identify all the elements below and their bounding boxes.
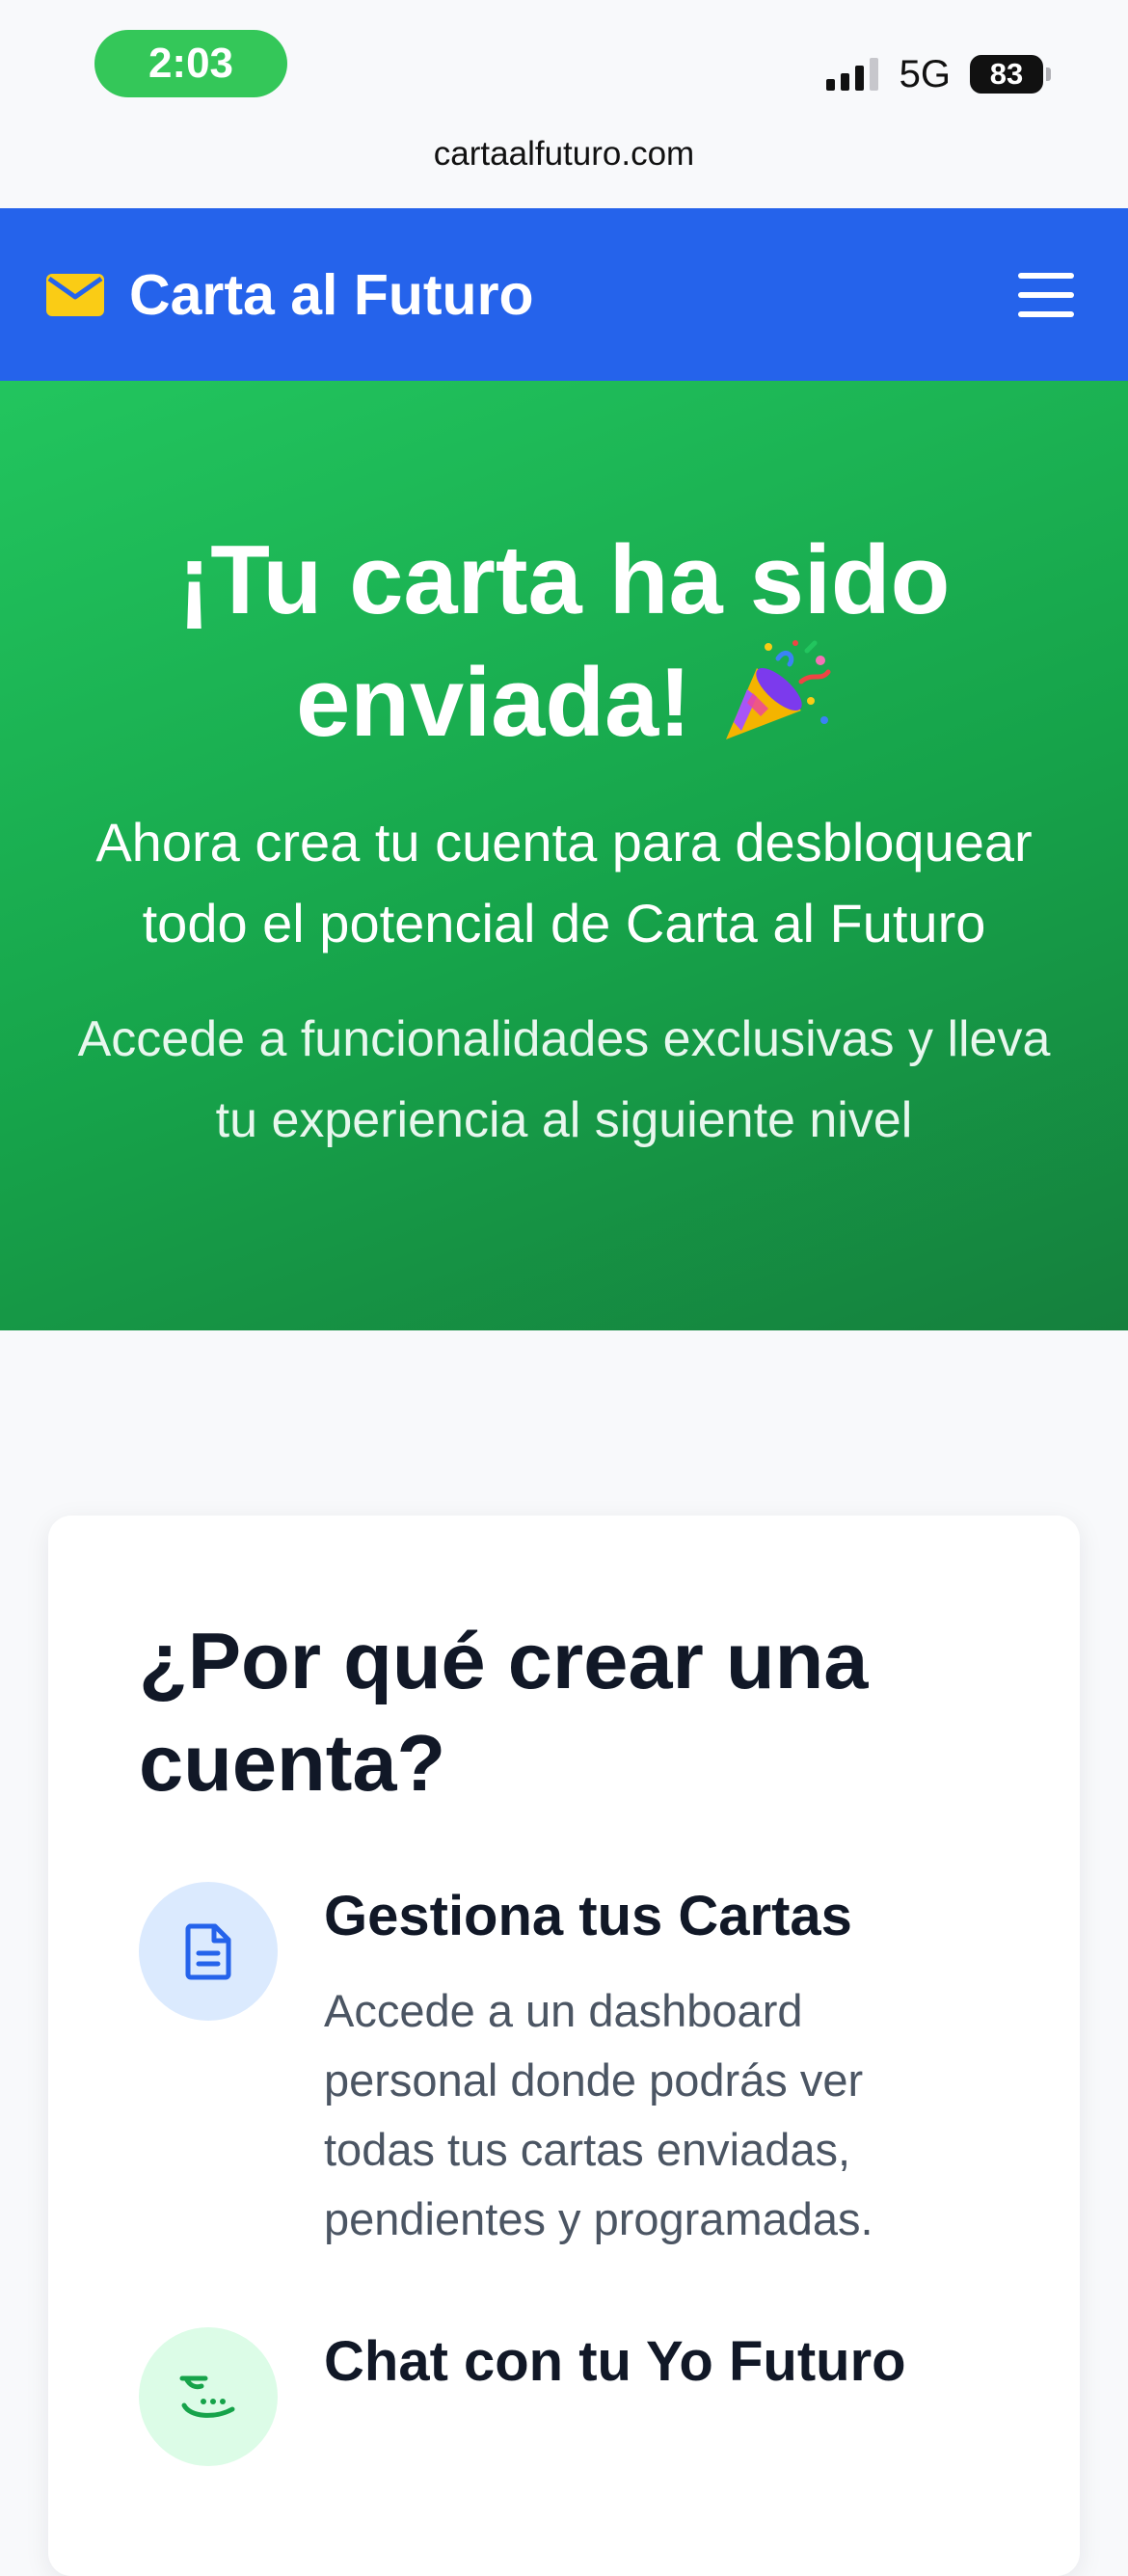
hero-title-text: ¡Tu carta ha sido enviada! — [177, 526, 951, 757]
benefits-card: ¿Por qué crear una cuenta? Gestiona tus … — [48, 1516, 1080, 2576]
status-time: 2:03 — [94, 30, 287, 97]
hero-description: Accede a funcionalidades exclusivas y ll… — [77, 1011, 1051, 1148]
battery-icon: 83 — [970, 55, 1051, 94]
feature-body: Gestiona tus Cartas Accede a un dashboar… — [324, 1882, 941, 2254]
battery-level: 83 — [970, 55, 1043, 94]
hamburger-menu-icon[interactable] — [1018, 272, 1074, 317]
feature-item: Gestiona tus Cartas Accede a un dashboar… — [139, 1882, 991, 2254]
document-icon — [185, 1923, 231, 1980]
address-bar-url[interactable]: cartaalfuturo.com — [0, 135, 1128, 174]
signal-icon — [825, 58, 878, 91]
feature-body: Chat con tu Yo Futuro — [324, 2327, 941, 2466]
feature-description: Accede a un dashboard personal donde pod… — [324, 1985, 873, 2244]
status-indicators: 5G 83 — [825, 50, 1051, 98]
party-popper-icon — [725, 640, 831, 739]
feature-item: Chat con tu Yo Futuro — [139, 2327, 991, 2466]
feature-title: Chat con tu Yo Futuro — [324, 2330, 906, 2393]
feature-icon-circle — [139, 1882, 278, 2021]
brand-title[interactable]: Carta al Futuro — [129, 262, 1018, 328]
hero-title: ¡Tu carta ha sido enviada! — [54, 381, 1074, 762]
navbar: Carta al Futuro — [0, 208, 1128, 381]
status-bar: 2:03 5G 83 cartaalfuturo.com — [0, 0, 1128, 208]
benefits-title: ¿Por qué crear una cuenta? — [139, 1616, 869, 1808]
feature-icon-circle — [139, 2327, 278, 2466]
chat-bubble-icon — [179, 2375, 235, 2418]
feature-title: Gestiona tus Cartas — [324, 1885, 852, 1947]
envelope-icon — [46, 273, 104, 316]
network-type: 5G — [899, 52, 951, 95]
success-hero: ¡Tu carta ha sido enviada! Ahora crea tu… — [0, 381, 1128, 1330]
hero-subtitle: Ahora crea tu cuenta para desbloquear to… — [95, 812, 1033, 953]
